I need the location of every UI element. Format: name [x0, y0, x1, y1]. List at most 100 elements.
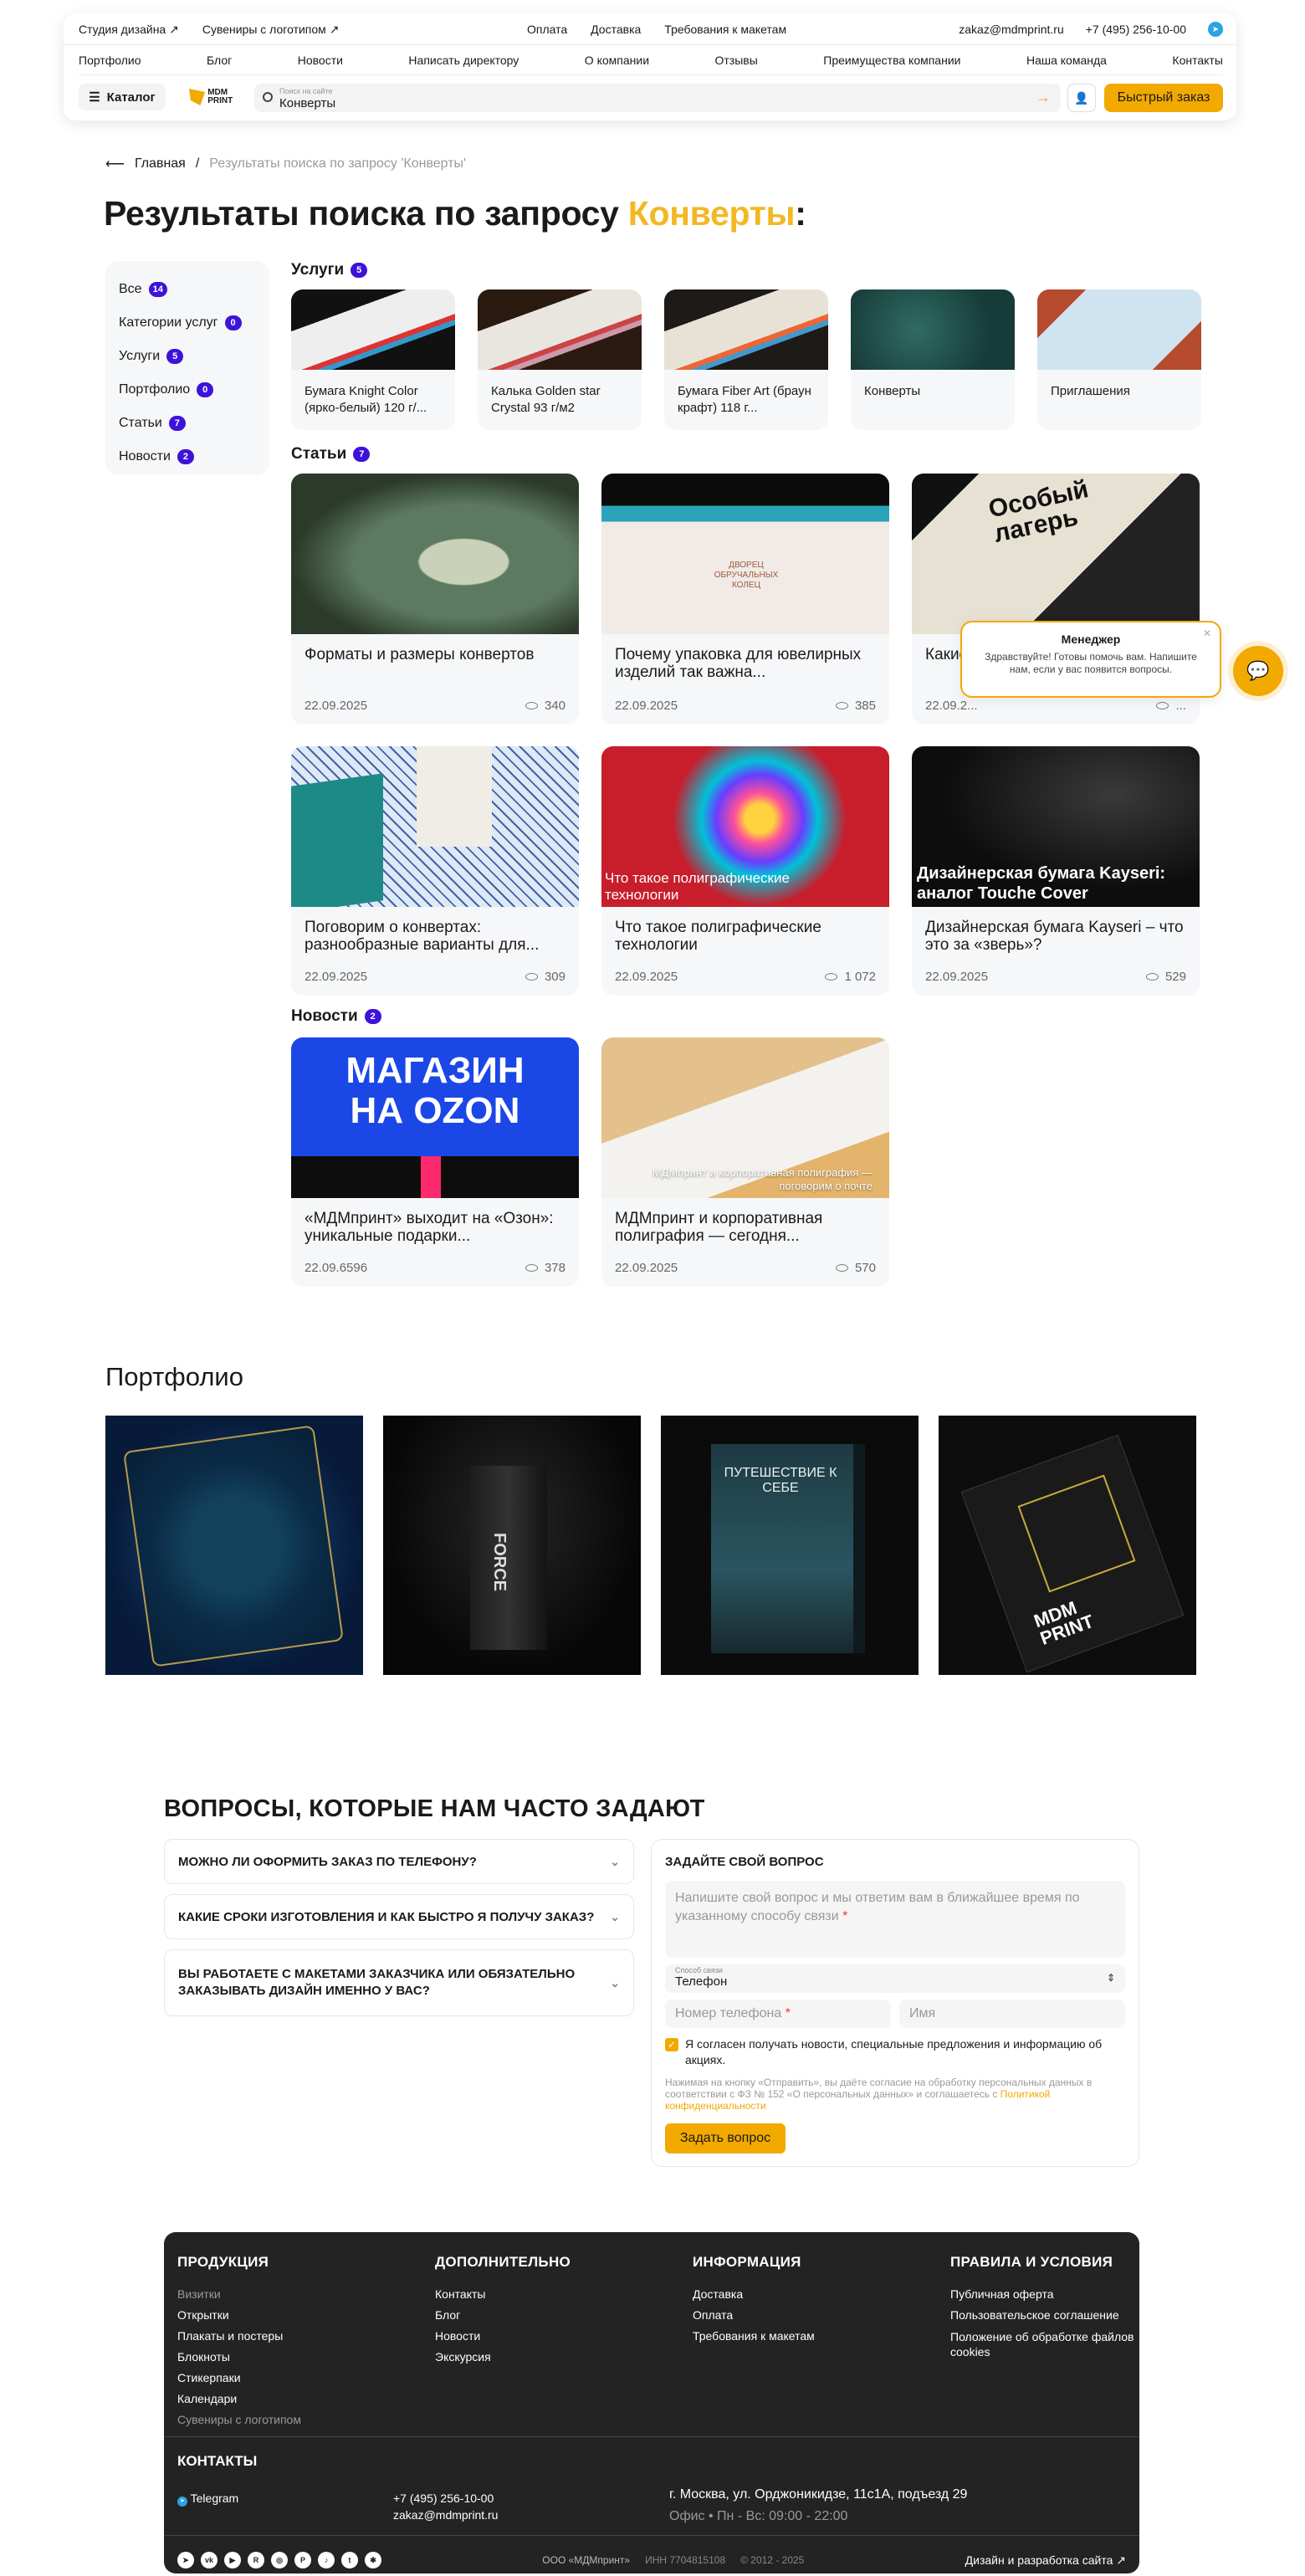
- portfolio-item[interactable]: FORCE: [383, 1416, 641, 1675]
- footer-link[interactable]: Стикерпаки: [177, 2368, 301, 2389]
- portfolio-item[interactable]: ПУТЕШЕСТВИЕ К СЕБЕ: [661, 1416, 919, 1675]
- service-card[interactable]: Калька Golden star Crystal 93 г/м2: [478, 289, 642, 430]
- article-card[interactable]: Что такое полиграфические технологии Что…: [601, 746, 889, 996]
- contact-method-select[interactable]: Способ связи Телефон ⇕: [665, 1964, 1125, 1993]
- nav-advantages[interactable]: Преимущества компании: [823, 54, 960, 67]
- article-date: 22.09.2025: [304, 699, 368, 713]
- filter-service-categories[interactable]: Категории услуг 0: [119, 306, 256, 340]
- close-icon[interactable]: ✕: [1203, 627, 1211, 639]
- tumblr-icon[interactable]: t: [341, 2552, 358, 2568]
- arrow-right-icon[interactable]: →: [1036, 89, 1051, 106]
- developer-link[interactable]: Дизайн и разработка сайта ↗: [965, 2553, 1126, 2568]
- nav-news[interactable]: Новости: [298, 54, 343, 67]
- delivery-link[interactable]: Доставка: [591, 23, 641, 36]
- check-icon: ✓: [665, 2038, 678, 2051]
- footer-link[interactable]: Плакаты и постеры: [177, 2326, 301, 2347]
- footer-email[interactable]: zakaz@mdmprint.ru: [393, 2507, 498, 2523]
- payment-link[interactable]: Оплата: [527, 23, 567, 36]
- arrow-left-icon[interactable]: ⟵: [105, 156, 125, 172]
- catalog-button[interactable]: ☰ Каталог: [79, 84, 166, 110]
- article-card[interactable]: Дизайнерская бумага Kayseri: аналог Touc…: [912, 746, 1200, 996]
- layout-requirements-link[interactable]: Требования к макетам: [664, 23, 786, 36]
- article-title: Форматы и размеры конвертов: [304, 646, 535, 663]
- footer-link[interactable]: Экскурсия: [435, 2347, 571, 2368]
- service-card[interactable]: Бумага Knight Color (ярко-белый) 120 г/.…: [291, 289, 455, 430]
- nav-portfolio[interactable]: Портфолио: [79, 54, 141, 67]
- footer-link[interactable]: Новости: [435, 2326, 571, 2347]
- quick-order-button[interactable]: Быстрый заказ: [1104, 84, 1223, 112]
- footer-link[interactable]: Оплата: [693, 2305, 815, 2326]
- rutube-icon[interactable]: R: [248, 2552, 264, 2568]
- header-email[interactable]: zakaz@mdmprint.ru: [959, 23, 1063, 36]
- chat-icon: 💬: [1246, 660, 1270, 681]
- result-filters: Все 14 Категории услуг 0 Услуги 5 Портфолио…: [105, 261, 269, 475]
- footer-link[interactable]: Положение об обработке файлов cookies: [950, 2329, 1134, 2359]
- service-card[interactable]: Приглашения: [1037, 289, 1201, 430]
- faq-item[interactable]: КАКИЕ СРОКИ ИЗГОТОВЛЕНИЯ И КАК БЫСТРО Я …: [164, 1894, 634, 1939]
- image-caption: ДВОРЕЦ ОБРУЧАЛЬНЫХ КОЛЕЦ: [714, 561, 779, 590]
- faq-item[interactable]: ВЫ РАБОТАЕТЕ С МАКЕТАМИ ЗАКАЗЧИКА ИЛИ ОБ…: [164, 1949, 634, 2016]
- faq-item[interactable]: МОЖНО ЛИ ОФОРМИТЬ ЗАКАЗ ПО ТЕЛЕФОНУ? ⌄: [164, 1839, 634, 1884]
- service-card[interactable]: Бумага Fiber Art (браун крафт) 118 г...: [664, 289, 828, 430]
- telegram-icon[interactable]: ➤: [177, 2552, 194, 2568]
- search-input[interactable]: Поиск на сайте Конверты →: [254, 84, 1061, 112]
- vk-icon[interactable]: vk: [201, 2552, 218, 2568]
- nav-reviews[interactable]: Отзывы: [715, 54, 758, 67]
- telegram-icon[interactable]: ➤: [1208, 22, 1223, 37]
- nav-write-director[interactable]: Написать директору: [408, 54, 519, 67]
- chat-button[interactable]: 💬: [1233, 646, 1283, 696]
- footer-telegram[interactable]: ➤ Telegram: [177, 2490, 238, 2507]
- nav-team[interactable]: Наша команда: [1026, 54, 1107, 67]
- consent-label: Я согласен получать новости, специальные…: [685, 2037, 1103, 2066]
- footer-link[interactable]: Контакты: [435, 2284, 571, 2305]
- footer-link[interactable]: Блог: [435, 2305, 571, 2326]
- name-field[interactable]: Имя: [899, 2000, 1125, 2028]
- design-studio-link[interactable]: Студия дизайна ↗: [79, 23, 179, 37]
- article-card[interactable]: Поговорим о конвертах: разнообразные вар…: [291, 746, 579, 996]
- question-textarea[interactable]: Напишите свой вопрос и мы ответим вам в …: [665, 1881, 1125, 1958]
- chevron-down-icon: ⌄: [610, 1909, 620, 1923]
- portfolio-item[interactable]: [105, 1416, 363, 1675]
- article-card[interactable]: ДВОРЕЦ ОБРУЧАЛЬНЫХ КОЛЕЦ Почему упаковка…: [601, 474, 889, 725]
- footer-link[interactable]: Сувениры с логотипом: [177, 2410, 301, 2430]
- footer-link[interactable]: Пользовательское соглашение: [950, 2305, 1134, 2326]
- submit-question-button[interactable]: Задать вопрос: [665, 2123, 786, 2153]
- pinterest-icon[interactable]: P: [294, 2552, 311, 2568]
- footer-link[interactable]: Требования к макетам: [693, 2326, 815, 2347]
- footer-link[interactable]: Публичная оферта: [950, 2284, 1134, 2305]
- nav-contacts[interactable]: Контакты: [1172, 54, 1222, 67]
- souvenirs-link[interactable]: Сувениры с логотипом ↗: [202, 23, 340, 37]
- user-button[interactable]: 👤: [1067, 84, 1096, 112]
- filter-all[interactable]: Все 14: [119, 273, 256, 306]
- filter-news[interactable]: Новости 2: [119, 440, 256, 474]
- footer-link[interactable]: Визитки: [177, 2284, 301, 2305]
- instagram-icon[interactable]: ◎: [271, 2552, 288, 2568]
- tiktok-icon[interactable]: ♪: [318, 2552, 335, 2568]
- footer-link[interactable]: Календари: [177, 2389, 301, 2410]
- footer-link[interactable]: Блокноты: [177, 2347, 301, 2368]
- portfolio-item[interactable]: MDM PRINT: [939, 1416, 1196, 1675]
- filter-services[interactable]: Услуги 5: [119, 340, 256, 373]
- nav-blog[interactable]: Блог: [207, 54, 232, 67]
- breadcrumb-home[interactable]: Главная: [135, 156, 186, 172]
- logo[interactable]: MDM PRINT: [189, 86, 243, 108]
- article-card[interactable]: Форматы и размеры конвертов 22.09.2025 34…: [291, 474, 579, 725]
- header-phone[interactable]: +7 (495) 256-10-00: [1086, 23, 1186, 36]
- article-date: 22.09.2025: [925, 970, 989, 984]
- news-card[interactable]: МДМпринт и корпоративная полиграфия — по…: [601, 1037, 889, 1287]
- news-card[interactable]: МАГАЗИН НА OZON «МДМпринт» выходит на «Оз…: [291, 1037, 579, 1287]
- footer-phone[interactable]: +7 (495) 256-10-00: [393, 2490, 494, 2507]
- filter-articles[interactable]: Статьи 7: [119, 407, 256, 440]
- dzen-icon[interactable]: ✱: [365, 2552, 381, 2568]
- service-card[interactable]: Конверты: [851, 289, 1015, 430]
- filter-portfolio[interactable]: Портфолио 0: [119, 373, 256, 407]
- nav-about[interactable]: О компании: [585, 54, 649, 67]
- faq-question: ВЫ РАБОТАЕТЕ С МАКЕТАМИ ЗАКАЗЧИКА ИЛИ ОБ…: [178, 1967, 576, 1998]
- section-title: Новости: [291, 1007, 358, 1025]
- youtube-icon[interactable]: ▶: [224, 2552, 241, 2568]
- footer-link[interactable]: Открытки: [177, 2305, 301, 2326]
- header-top-row: Студия дизайна ↗ Сувениры с логотипом ↗ …: [64, 13, 1236, 45]
- consent-checkbox[interactable]: ✓ Я согласен получать новости, специальн…: [665, 2036, 1125, 2068]
- phone-field[interactable]: Номер телефона *: [665, 2000, 891, 2028]
- footer-link[interactable]: Доставка: [693, 2284, 815, 2305]
